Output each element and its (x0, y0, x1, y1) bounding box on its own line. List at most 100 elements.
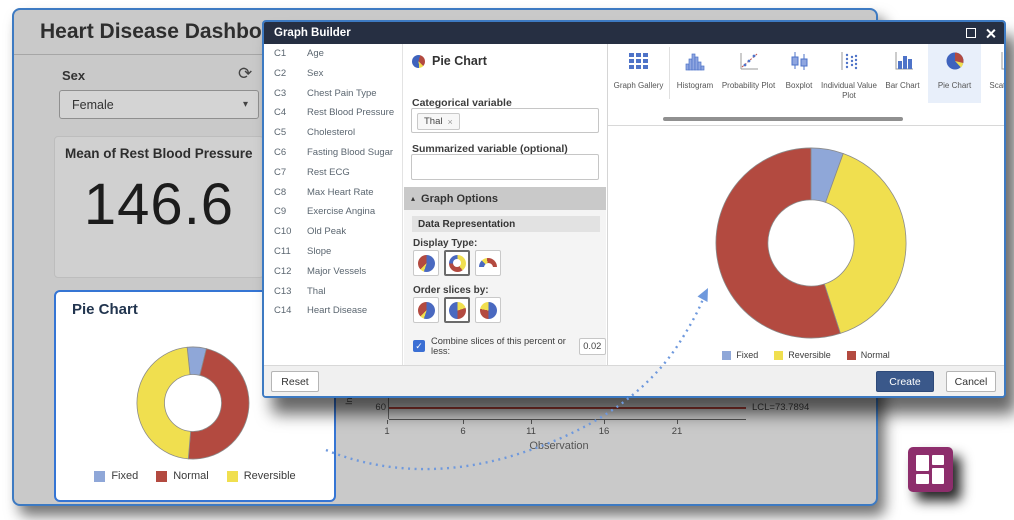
toolbar-item-label: Scatterplot (989, 81, 1004, 91)
column-code: C14 (274, 305, 291, 316)
column-code: C11 (274, 246, 291, 257)
sex-filter-label: Sex (62, 68, 85, 83)
individual-value-plot-icon (838, 51, 860, 76)
toolbar-item-label: Graph Gallery (614, 81, 664, 91)
toolbar-item-label: Pie Chart (938, 81, 971, 91)
legend-swatch (94, 471, 105, 482)
boxplot-icon (788, 51, 810, 76)
column-row[interactable]: C4Rest Blood Pressure (264, 103, 402, 123)
toolbar-item-histogram[interactable]: Histogram (670, 44, 720, 103)
refresh-icon[interactable]: ⟳ (238, 64, 252, 84)
sex-dropdown[interactable]: Female ▾ (59, 90, 259, 119)
graph-options-header[interactable]: ▴ Graph Options (404, 187, 606, 210)
column-row[interactable]: C8Max Heart Rate (264, 183, 402, 203)
toolbar-item-bar-chart[interactable]: Bar Chart (877, 44, 928, 103)
column-row[interactable]: C12Major Vessels (264, 262, 402, 282)
combine-slices-checkbox[interactable]: ✓ (413, 340, 425, 352)
column-row[interactable]: C11 Slope (264, 242, 402, 262)
remove-tag-icon[interactable]: × (447, 117, 452, 127)
pie-chart-options-panel: Pie Chart Categorical variable Thal × Su… (403, 44, 607, 365)
order-slices-default-button[interactable] (413, 297, 439, 323)
create-button[interactable]: Create (876, 371, 934, 392)
column-name: Rest Blood Pressure (307, 107, 394, 118)
categorical-variable-input[interactable]: Thal × (411, 108, 599, 133)
column-name: Slope (307, 246, 331, 257)
dialog-titlebar: Graph Builder (264, 22, 1004, 44)
dashboard-donut-legend: Fixed Normal Reversible (56, 470, 334, 482)
summarized-variable-input[interactable] (411, 154, 599, 180)
order-slices-label: Order slices by: (413, 285, 489, 296)
legend-item: Reversible (774, 350, 831, 360)
order-slices-decreasing-button[interactable] (475, 297, 501, 323)
column-name: Max Heart Rate (307, 187, 374, 198)
control-chart-tick (531, 420, 532, 424)
preview-donut-legend: FixedReversibleNormal (608, 350, 1004, 360)
maximize-icon[interactable] (966, 28, 976, 38)
toolbar-item-label: Bar Chart (885, 81, 919, 91)
order-decreasing-icon (480, 302, 497, 319)
app-logo (908, 447, 953, 492)
column-code: C10 (274, 226, 291, 237)
pie-card-title: Pie Chart (72, 301, 138, 318)
legend-swatch (722, 351, 731, 360)
toolbar-item-boxplot[interactable]: Boxplot (777, 44, 821, 103)
display-type-pie-button[interactable] (413, 250, 439, 276)
column-name: Exercise Angina (307, 206, 375, 217)
legend-label: Normal (861, 350, 890, 360)
control-chart-tick (387, 420, 388, 424)
legend-swatch (774, 351, 783, 360)
column-row[interactable]: C10 Old Peak (264, 222, 402, 242)
pie-chart-icon (412, 55, 425, 68)
close-icon[interactable] (985, 28, 996, 39)
control-chart-lcl-line (389, 407, 746, 409)
column-name: Rest ECG (307, 167, 350, 178)
column-row[interactable]: C14Heart Disease (264, 301, 402, 321)
column-row[interactable]: C1Age (264, 44, 402, 64)
gauge-display-icon (479, 258, 497, 268)
legend-label: Fixed (111, 470, 138, 482)
column-row[interactable]: C9Exercise Angina (264, 202, 402, 222)
variable-tag-label: Thal (424, 116, 442, 127)
display-type-donut-button[interactable] (444, 250, 470, 276)
column-name: Sex (307, 68, 323, 79)
dialog-title: Graph Builder (274, 27, 351, 39)
toolbar-item-probability-plot[interactable]: Probability Plot (720, 44, 777, 103)
column-row[interactable]: C2Sex (264, 64, 402, 84)
toolbar-item-scatterplot[interactable]: Scatterplot (981, 44, 1004, 103)
column-code: C6 (274, 147, 286, 158)
display-type-gauge-button[interactable] (475, 250, 501, 276)
column-code: C7 (274, 167, 286, 178)
column-row[interactable]: C13Thal (264, 282, 402, 302)
reset-button[interactable]: Reset (271, 371, 319, 392)
control-chart-xtick-label: 21 (667, 426, 687, 437)
column-list: C1AgeC2SexC3Chest Pain TypeC4Rest Blood … (264, 44, 402, 365)
legend-label: Reversible (788, 350, 831, 360)
control-chart-tick (604, 420, 605, 424)
scatterplot-icon (998, 51, 1005, 76)
graph-options-label: Graph Options (421, 193, 498, 205)
column-row[interactable]: C3Chest Pain Type (264, 84, 402, 104)
order-slices-increasing-button[interactable] (444, 297, 470, 323)
collapse-icon: ▴ (411, 194, 415, 203)
column-row[interactable]: C6Fasting Blood Sugar (264, 143, 402, 163)
column-row[interactable]: C5Cholesterol (264, 123, 402, 143)
legend-item: Reversible (227, 470, 296, 482)
legend-item: Normal (156, 470, 208, 482)
toolbar-item-graph-gallery[interactable]: Graph Gallery (608, 44, 669, 103)
preview-donut-chart (713, 145, 909, 341)
column-name: Old Peak (307, 226, 346, 237)
column-row[interactable]: C7 Rest ECG (264, 163, 402, 183)
pie-display-icon (418, 255, 435, 272)
legend-swatch (156, 471, 167, 482)
toolbar-scrollbar[interactable] (663, 117, 903, 121)
order-increasing-icon (449, 302, 466, 319)
toolbar-item-pie-chart[interactable]: Pie Chart (928, 44, 981, 103)
toolbar-item-individual-value-plot[interactable]: Individual Value Plot (821, 44, 877, 103)
combine-percent-input[interactable]: 0.02 (579, 338, 606, 355)
screen: Heart Disease Dashboard Sex ⟳ Female ▾ M… (0, 0, 1014, 520)
graph-type-toolbar: Graph Gallery HistogramProbability PlotBo… (608, 44, 1004, 103)
column-name: Cholesterol (307, 127, 355, 138)
dashboard-donut-chart (134, 344, 252, 462)
cancel-button[interactable]: Cancel (946, 371, 996, 392)
combine-slices-label: Combine slices of this percent or less: (431, 336, 574, 356)
